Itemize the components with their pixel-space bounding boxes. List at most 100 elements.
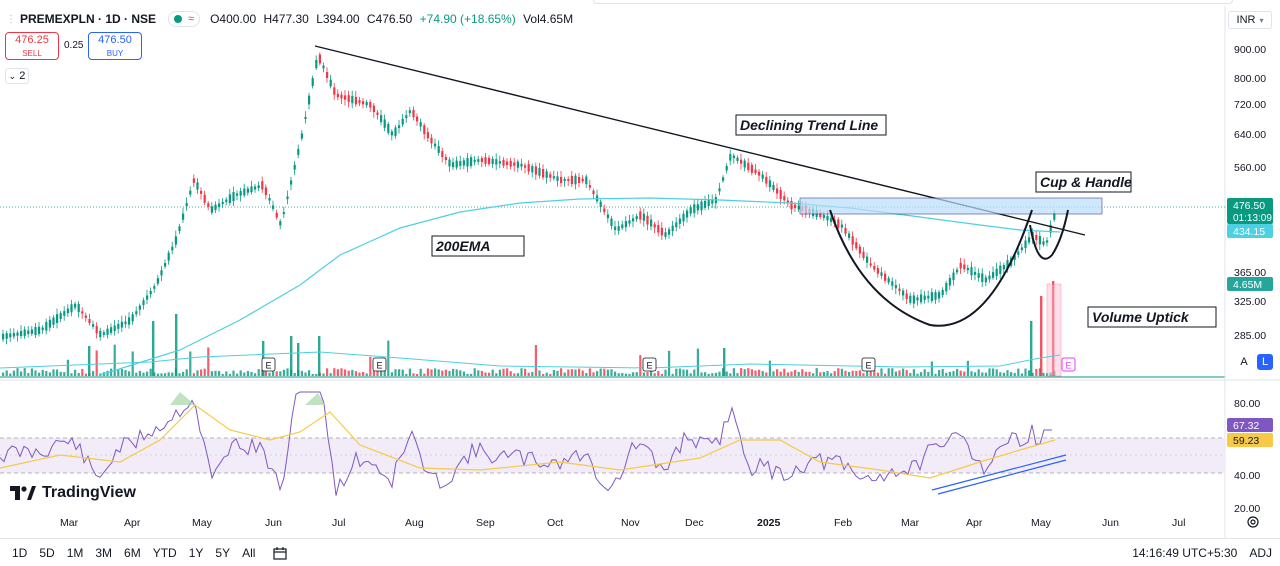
volume-bar (758, 369, 761, 376)
rsi-tick-label: 80.00 (1234, 398, 1260, 410)
volume-spike-bar (152, 321, 155, 376)
price-candle (102, 332, 105, 335)
price-candle (927, 295, 930, 299)
timeframe-3m[interactable]: 3M (95, 546, 112, 560)
timeframe-1y[interactable]: 1Y (189, 546, 204, 560)
price-candle (945, 282, 948, 292)
price-candle (646, 215, 649, 225)
price-candle (9, 333, 12, 338)
volume-bar (822, 371, 825, 376)
timeframe-5y[interactable]: 5Y (215, 546, 230, 560)
volume-bar (1024, 368, 1027, 376)
price-candle (48, 319, 51, 328)
volume-bar (128, 371, 131, 376)
volume-bar (765, 372, 768, 376)
time-axis-label: Jun (265, 517, 282, 529)
calendar-range-icon[interactable] (273, 546, 288, 560)
price-chart[interactable]: 900.00800.00720.00640.00560.00365.00325.… (0, 0, 1280, 538)
price-candle (210, 206, 213, 213)
volume-bar (686, 369, 689, 376)
price-candle (225, 199, 228, 203)
volume-bar (459, 370, 462, 376)
volume-bar (20, 371, 23, 376)
price-candle (1028, 237, 1031, 243)
price-candle (632, 218, 635, 222)
price-candle (156, 278, 159, 284)
price-candle (77, 304, 80, 313)
price-candle (81, 311, 84, 314)
price-candle (110, 327, 113, 333)
gear-icon[interactable] (1246, 515, 1260, 529)
volume-bar (927, 371, 930, 376)
price-candle (794, 204, 797, 209)
volume-bar (761, 371, 764, 376)
price-candle (696, 204, 699, 211)
price-candle (430, 137, 433, 144)
last-price-text: 476.50 (1233, 200, 1265, 212)
tradingview-logo[interactable]: TradingView (10, 484, 136, 502)
price-candle (426, 132, 429, 139)
price-candle (826, 216, 829, 221)
time-axis-label: May (192, 517, 213, 529)
price-candle (300, 133, 303, 139)
volume-bar (621, 372, 624, 376)
volume-bar (246, 371, 249, 376)
adjust-toggle[interactable]: ADJ (1249, 546, 1272, 560)
volume-bar (516, 373, 519, 376)
volume-bar (916, 373, 919, 376)
volume-bar (59, 371, 62, 376)
volume-bar (804, 371, 807, 376)
volume-bar (308, 370, 311, 376)
volume-spike-bar (1040, 296, 1043, 376)
volume-bar (354, 371, 357, 376)
price-candle (480, 158, 483, 163)
timeframe-1d[interactable]: 1D (12, 546, 27, 560)
price-candle (765, 176, 768, 184)
timeframe-6m[interactable]: 6M (124, 546, 141, 560)
volume-bar (754, 370, 757, 376)
timeframe-ytd[interactable]: YTD (153, 546, 177, 560)
price-candle (963, 264, 966, 270)
volume-spike-bar (175, 314, 178, 376)
price-candle (106, 328, 109, 335)
volume-bar (336, 369, 339, 376)
volume-bar (909, 373, 912, 376)
price-candle (689, 207, 692, 214)
price-candle (113, 325, 116, 331)
price-candle (851, 236, 854, 245)
price-candle (354, 96, 357, 105)
timeframe-all[interactable]: All (242, 546, 255, 560)
timeframe-5d[interactable]: 5D (39, 546, 54, 560)
price-candle (1038, 236, 1041, 245)
price-candle (149, 290, 152, 295)
volume-bar (236, 373, 239, 376)
volume-bar (743, 369, 746, 376)
price-candle (326, 72, 329, 78)
price-candle (934, 292, 937, 300)
price-candle (369, 101, 372, 108)
volume-bar (300, 370, 303, 376)
clock[interactable]: 14:16:49 UTC+5:30 (1132, 546, 1237, 560)
volume-bar (347, 370, 350, 376)
volume-bar (1020, 373, 1023, 376)
price-candle (599, 201, 602, 207)
price-candle (63, 311, 66, 316)
volume-bar (902, 368, 905, 376)
price-candle (527, 164, 530, 172)
timeframe-1m[interactable]: 1M (67, 546, 84, 560)
price-candle (1020, 247, 1023, 251)
price-candle (290, 180, 293, 185)
auto-scale-button[interactable]: A (1236, 354, 1252, 370)
log-scale-button[interactable]: L (1257, 354, 1273, 370)
volume-bar (12, 370, 15, 376)
price-candle (912, 295, 915, 304)
volume-bar (653, 373, 656, 376)
volume-bar (776, 369, 779, 376)
volume-bar (311, 373, 314, 376)
volume-bar (862, 373, 865, 376)
price-candle (27, 330, 30, 335)
price-candle (675, 222, 678, 228)
volume-bar (826, 370, 829, 376)
price-candle (567, 178, 570, 182)
price-candle (470, 157, 473, 167)
